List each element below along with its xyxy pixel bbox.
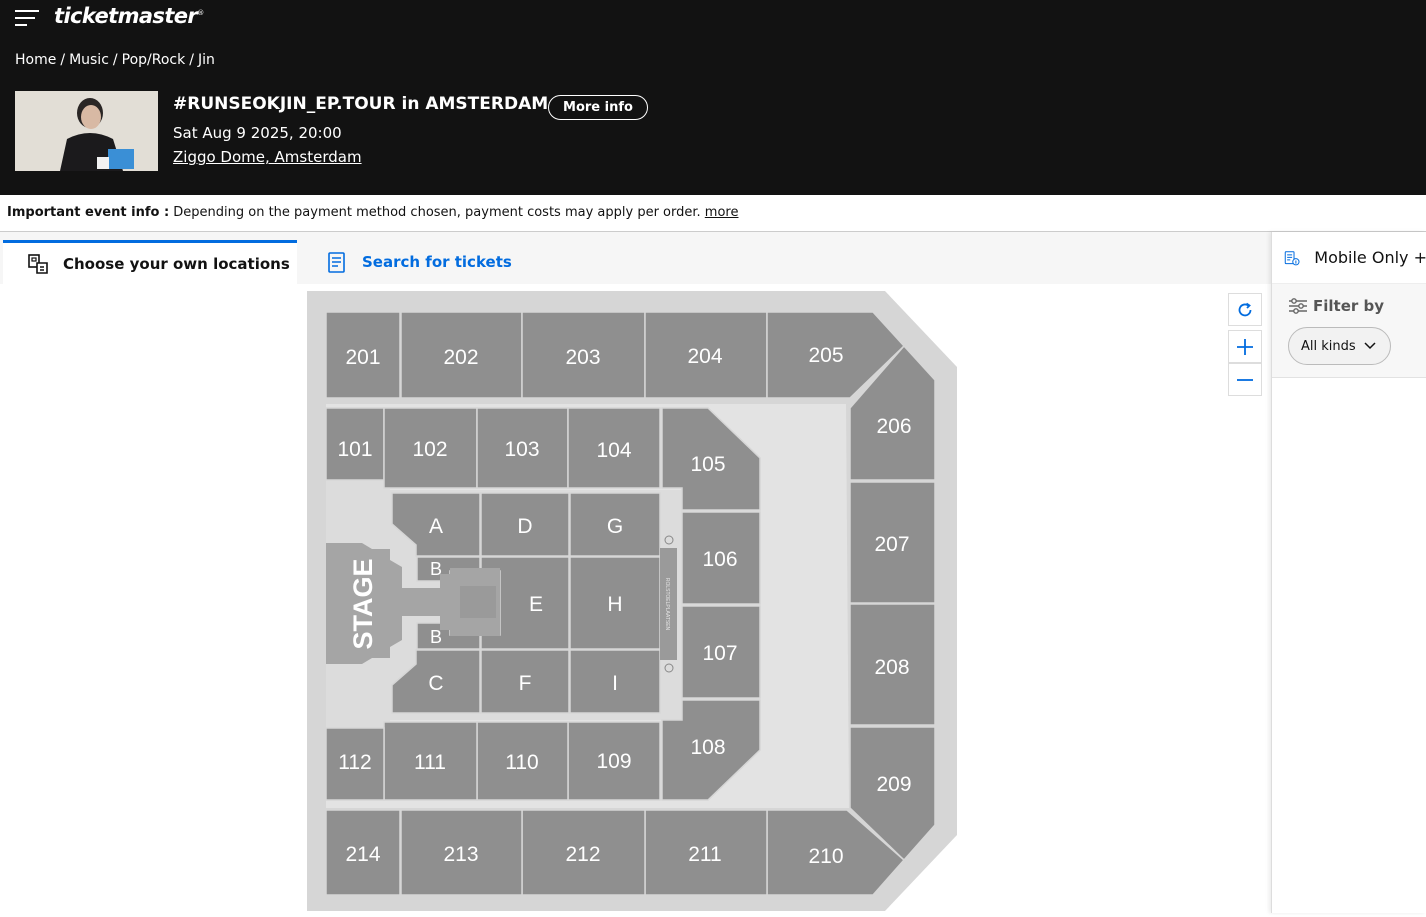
- breadcrumb-home[interactable]: Home: [15, 52, 56, 68]
- label-b-top: B: [430, 559, 442, 579]
- stage-label: STAGE: [348, 558, 378, 649]
- label-210: 210: [808, 845, 843, 868]
- tab-search-tickets-label: Search for tickets: [362, 253, 512, 271]
- ticket-type-select[interactable]: All kinds: [1288, 327, 1391, 365]
- event-date: Sat Aug 9 2025, 20:00: [173, 124, 342, 142]
- breadcrumb-jin[interactable]: Jin: [198, 52, 215, 68]
- label-106: 106: [702, 548, 737, 571]
- event-title: #RUNSEOKJIN_EP.TOUR in AMSTERDAM: [173, 94, 549, 114]
- event-image: [15, 91, 158, 171]
- zoom-in-button[interactable]: [1228, 330, 1262, 363]
- label-f: F: [519, 672, 532, 695]
- seat-map: 201 202 203 204 205 206 207 208 209 210 …: [305, 290, 961, 913]
- logo-text: ticketmaster: [54, 4, 198, 28]
- important-info-bar: Important event info : Depending on the …: [0, 195, 1426, 232]
- label-206: 206: [876, 415, 911, 438]
- ticket-list-icon: [328, 252, 345, 273]
- ticket-type-value: All kinds: [1301, 338, 1356, 354]
- label-208: 208: [874, 656, 909, 679]
- label-d: D: [517, 515, 532, 538]
- zoom-out-button[interactable]: [1228, 363, 1262, 396]
- stage-thrust: [460, 586, 496, 618]
- label-e: E: [529, 593, 543, 616]
- filter-by-text: Filter by: [1313, 297, 1385, 315]
- ticketmaster-logo[interactable]: ticketmaster®: [54, 4, 204, 28]
- plus-icon: [1237, 338, 1253, 355]
- mobile-only-toggle[interactable]: Mobile Only +: [1272, 232, 1426, 284]
- label-109: 109: [596, 750, 631, 773]
- more-info-button[interactable]: More info: [548, 95, 648, 120]
- refresh-icon: [1238, 302, 1252, 316]
- label-201: 201: [345, 346, 380, 369]
- label-h: H: [607, 593, 622, 616]
- label-209: 209: [876, 773, 911, 796]
- label-214: 214: [345, 843, 380, 866]
- label-103: 103: [504, 438, 539, 461]
- label-105: 105: [690, 453, 725, 476]
- tab-search-tickets[interactable]: Search for tickets: [312, 240, 532, 284]
- right-panel: Mobile Only + Filter by All kinds: [1271, 232, 1426, 913]
- label-108: 108: [690, 736, 725, 759]
- label-102: 102: [412, 438, 447, 461]
- label-107: 107: [702, 642, 737, 665]
- mobile-ticket-icon: [1284, 250, 1300, 265]
- mobile-only-label: Mobile Only +: [1314, 248, 1426, 267]
- logo-reg: ®: [197, 9, 204, 17]
- minus-icon: [1237, 378, 1253, 381]
- info-text: Depending on the payment method chosen, …: [169, 205, 705, 220]
- label-203: 203: [565, 346, 600, 369]
- label-112: 112: [338, 751, 371, 774]
- menu-icon[interactable]: [15, 10, 39, 28]
- label-204: 204: [687, 345, 722, 368]
- label-c: C: [428, 672, 443, 695]
- label-212: 212: [565, 843, 600, 866]
- label-207: 207: [874, 533, 909, 556]
- breadcrumb-music[interactable]: Music: [69, 52, 109, 68]
- filter-by-label: Filter by: [1288, 297, 1384, 315]
- info-more-link[interactable]: more: [705, 205, 739, 220]
- label-101: 101: [337, 438, 372, 461]
- label-211: 211: [688, 843, 721, 866]
- label-a: A: [429, 515, 443, 538]
- breadcrumb-pop-rock[interactable]: Pop/Rock: [122, 52, 186, 68]
- sliders-icon: [1289, 298, 1307, 314]
- tab-choose-locations[interactable]: Choose your own locations: [3, 240, 297, 284]
- seat-map-icon: [28, 253, 48, 274]
- label-i: I: [612, 672, 618, 695]
- reset-map-button[interactable]: [1228, 293, 1262, 326]
- tab-choose-locations-label: Choose your own locations: [63, 254, 290, 273]
- label-202: 202: [443, 346, 478, 369]
- event-venue-link[interactable]: Ziggo Dome, Amsterdam: [173, 148, 362, 166]
- label-110: 110: [505, 751, 538, 774]
- label-213: 213: [443, 843, 478, 866]
- chevron-down-icon: [1364, 342, 1376, 350]
- header: ticketmaster® Home / Music / Pop/Rock / Jin #R…: [0, 0, 1426, 195]
- label-104: 104: [596, 439, 631, 462]
- label-b-bottom: B: [430, 627, 442, 647]
- label-g: G: [607, 515, 623, 538]
- filter-section: Filter by All kinds: [1272, 284, 1426, 378]
- label-111: 111: [414, 751, 446, 774]
- info-label: Important event info :: [7, 205, 170, 220]
- breadcrumb: Home / Music / Pop/Rock / Jin: [15, 52, 215, 68]
- label-205: 205: [808, 344, 843, 367]
- wheelchair-label: ROLSTOELPLAATSEN: [664, 578, 670, 631]
